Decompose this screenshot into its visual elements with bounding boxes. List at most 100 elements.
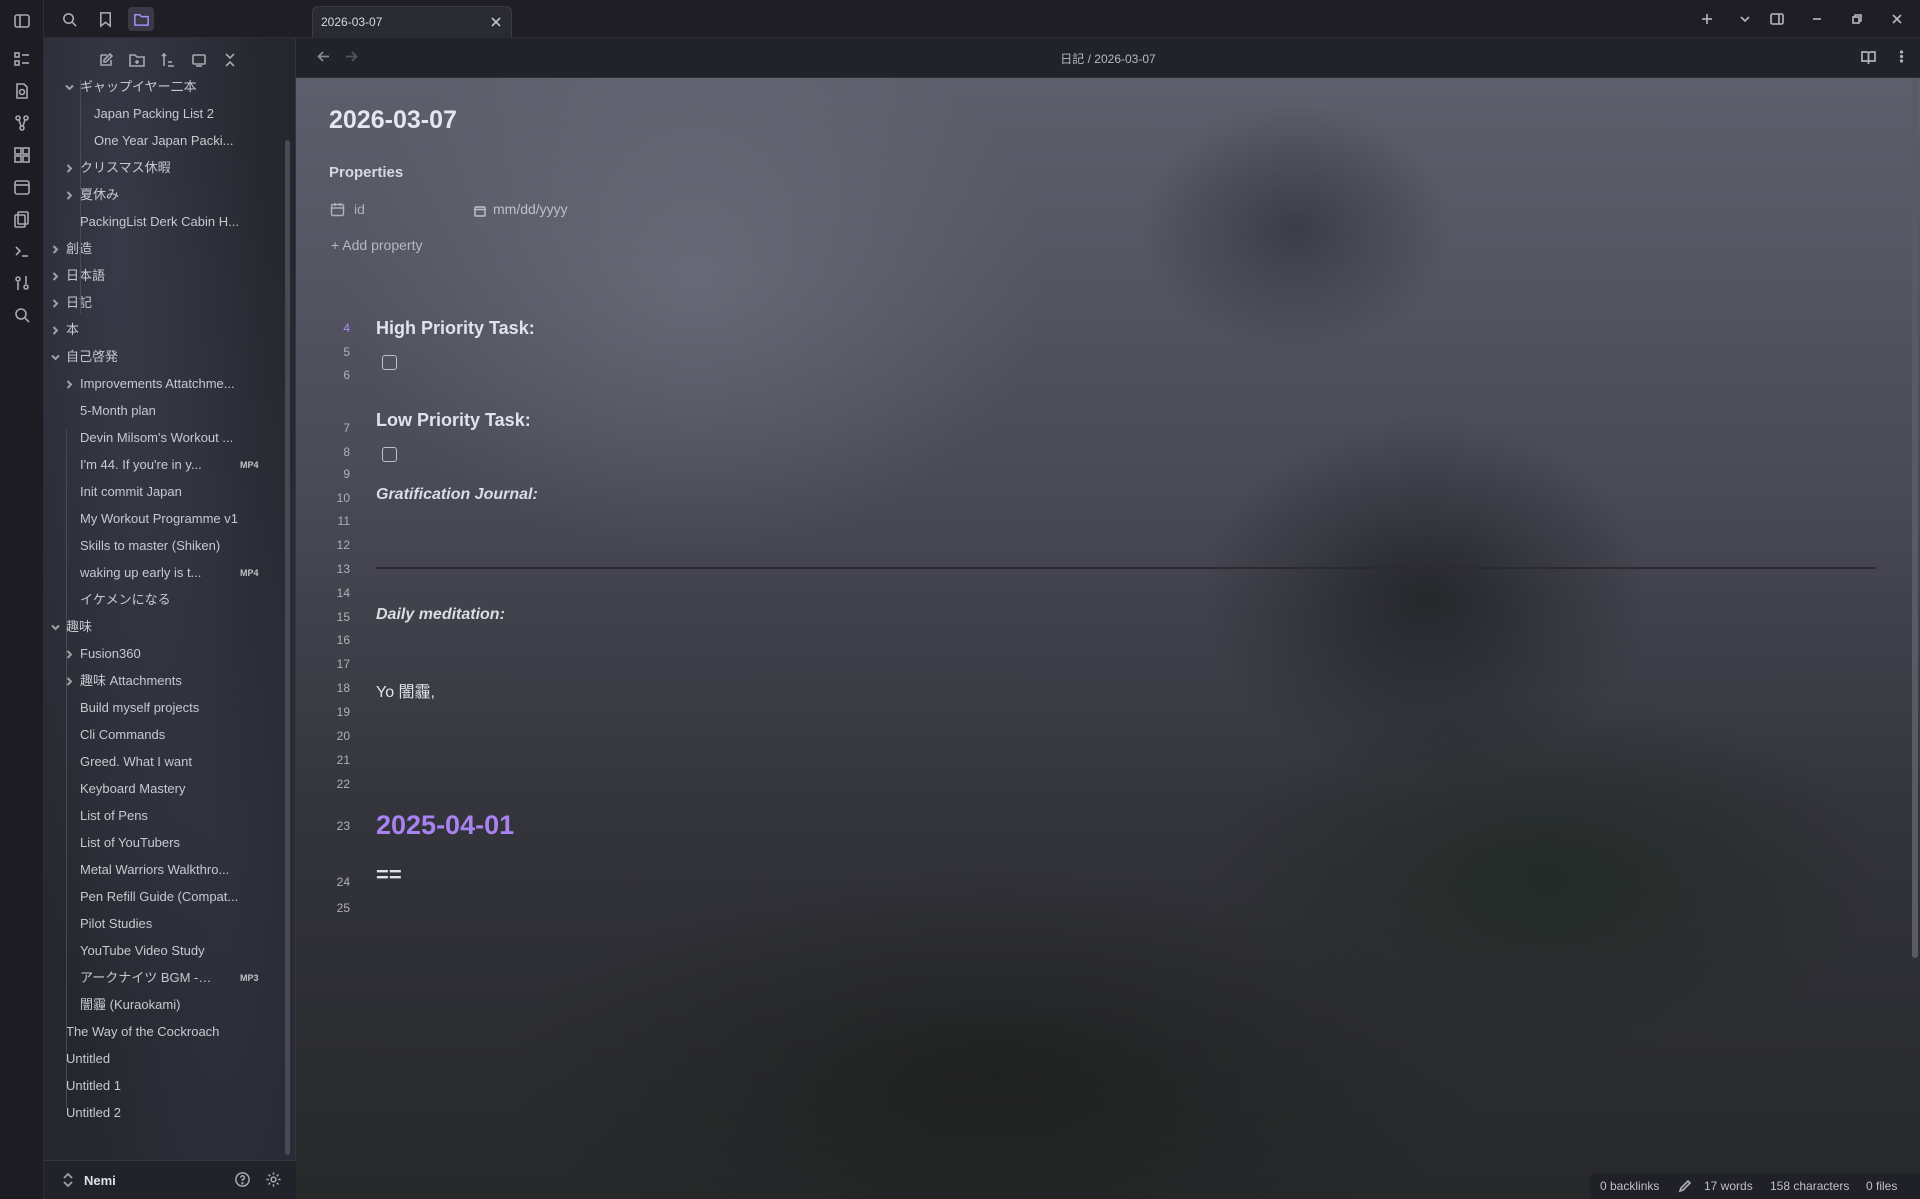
high-priority-checkbox[interactable] — [382, 355, 397, 370]
right-sidebar-toggle-icon[interactable] — [1770, 12, 1786, 28]
file-item[interactable]: Untitled 2 — [66, 1102, 280, 1124]
calendar-icon[interactable] — [10, 175, 34, 199]
file-item[interactable]: The Way of the Cockroach — [66, 1021, 280, 1043]
canvas-icon[interactable] — [10, 143, 34, 167]
high-priority-heading[interactable]: High Priority Task: — [376, 318, 535, 339]
highlight-marker-text[interactable]: == — [376, 862, 402, 888]
outline-icon[interactable] — [10, 47, 34, 71]
low-priority-heading[interactable]: Low Priority Task: — [376, 410, 531, 431]
file-item[interactable]: Cli Commands — [80, 724, 280, 746]
close-icon[interactable] — [489, 15, 503, 29]
property-date-value[interactable]: mm/dd/yyyy — [493, 201, 568, 217]
more-options-icon[interactable] — [1894, 49, 1910, 65]
folder-item[interactable]: 夏休み — [66, 184, 280, 206]
sort-icon[interactable] — [157, 49, 179, 71]
folder-item[interactable]: 自己啓発 — [51, 346, 280, 368]
note-title[interactable]: 2026-03-07 — [329, 106, 457, 135]
properties-heading[interactable]: Properties — [329, 164, 403, 181]
file-item[interactable]: Pilot Studies — [80, 913, 280, 935]
tab-active-note[interactable]: 2026-03-07 — [312, 6, 512, 38]
new-tab-icon[interactable] — [1700, 12, 1716, 28]
folder-item[interactable]: 日本語 — [52, 265, 280, 287]
property-key[interactable]: id — [354, 201, 365, 217]
folder-item[interactable]: Improvements Attatchme... — [66, 373, 280, 395]
add-property-button[interactable]: + Add property — [331, 237, 422, 253]
chevron-right-icon[interactable] — [64, 157, 76, 179]
chevron-down-icon[interactable] — [50, 346, 62, 368]
new-note-icon[interactable] — [95, 49, 117, 71]
file-item[interactable]: Pen Refill Guide (Compat... — [80, 886, 280, 908]
file-item[interactable]: I'm 44. If you're in y... MP4 — [80, 454, 280, 476]
file-item[interactable]: Untitled 1 — [66, 1075, 280, 1097]
folder-item[interactable]: 創造 — [52, 238, 280, 260]
file-item[interactable]: Skills to master (Shiken) — [80, 535, 280, 557]
folder-item[interactable]: クリスマス休暇 — [66, 157, 280, 179]
auto-reveal-icon[interactable] — [188, 49, 210, 71]
chevron-down-icon[interactable] — [64, 80, 76, 98]
backlinks-count[interactable]: 0 backlinks — [1600, 1179, 1659, 1193]
date-heading[interactable]: 2025-04-01 — [376, 810, 514, 841]
greeting-text[interactable]: Yo 闇霾, — [376, 678, 435, 702]
sidebar-scrollbar[interactable] — [285, 140, 290, 1155]
note-editor[interactable]: 2026-03-07 Properties id mm/dd/yyyy + Ad… — [296, 78, 1920, 1199]
new-folder-icon[interactable] — [126, 49, 148, 71]
file-item[interactable]: 闇霾 (Kuraokami) — [80, 994, 280, 1016]
chevron-right-icon[interactable] — [64, 373, 76, 395]
chevron-right-icon[interactable] — [50, 319, 62, 341]
file-item[interactable]: Keyboard Mastery — [80, 778, 280, 800]
pencil-icon[interactable] — [1678, 1179, 1692, 1193]
close-window-icon[interactable] — [1890, 12, 1906, 28]
folder-item[interactable]: 本 — [52, 319, 280, 341]
file-item[interactable]: イケメンになる — [80, 589, 280, 611]
chevron-down-icon[interactable] — [1738, 12, 1754, 28]
sidebar-toggle-icon[interactable] — [10, 9, 34, 33]
date-picker-icon[interactable] — [474, 204, 486, 217]
breadcrumb[interactable]: 日記 / 2026-03-07 — [296, 50, 1920, 67]
file-item[interactable]: Untitled — [66, 1048, 280, 1070]
chevron-right-icon[interactable] — [50, 265, 62, 287]
file-search-icon[interactable] — [10, 79, 34, 103]
bookmark-icon[interactable] — [92, 7, 118, 31]
folder-item[interactable]: ギャップイヤー二本 — [65, 80, 280, 98]
search-icon[interactable] — [10, 303, 34, 327]
minimize-icon[interactable] — [1810, 12, 1826, 28]
restore-icon[interactable] — [1850, 12, 1866, 28]
file-item[interactable]: Metal Warriors Walkthro... — [80, 859, 280, 881]
file-item[interactable]: List of YouTubers — [80, 832, 280, 854]
terminal-icon[interactable] — [10, 239, 34, 263]
folder-icon[interactable] — [128, 7, 154, 31]
help-icon[interactable] — [234, 1171, 252, 1189]
vault-name[interactable]: Nemi — [84, 1173, 116, 1188]
graph-icon[interactable] — [10, 111, 34, 135]
file-item[interactable]: List of Pens — [80, 805, 280, 827]
file-item[interactable]: 5-Month plan — [80, 400, 280, 422]
file-item[interactable]: One Year Japan Packi... — [94, 130, 280, 152]
pages-icon[interactable] — [10, 207, 34, 231]
command-icon[interactable] — [10, 271, 34, 295]
editor-scrollbar[interactable] — [1912, 78, 1918, 958]
chevron-updown-icon[interactable] — [62, 1172, 74, 1191]
gratification-journal-heading[interactable]: Gratification Journal: — [376, 486, 538, 504]
file-item[interactable]: My Workout Programme v1 — [80, 508, 280, 530]
file-item[interactable]: Japan Packing List 2 — [94, 103, 280, 125]
search-icon[interactable] — [56, 7, 82, 31]
low-priority-checkbox[interactable] — [382, 447, 397, 462]
folder-item[interactable]: 趣味 Attachments — [66, 670, 280, 692]
chevron-right-icon[interactable] — [64, 184, 76, 206]
gear-icon[interactable] — [265, 1171, 283, 1189]
file-item[interactable]: Devin Milsom's Workout ... — [80, 427, 280, 449]
file-item[interactable]: Build myself projects — [80, 697, 280, 719]
folder-item[interactable]: Fusion360 — [66, 643, 280, 665]
chevron-right-icon[interactable] — [50, 238, 62, 260]
file-item[interactable]: waking up early is t... MP4 — [80, 562, 280, 584]
daily-meditation-heading[interactable]: Daily meditation: — [376, 606, 505, 624]
file-item[interactable]: アークナイツ BGM - ... MP3 — [80, 967, 280, 989]
file-item[interactable]: Init commit Japan — [80, 481, 280, 503]
file-item[interactable]: PackingList Derk Cabin H... — [80, 211, 280, 233]
reading-view-icon[interactable] — [1861, 49, 1877, 66]
collapse-all-icon[interactable] — [219, 49, 241, 71]
chevron-right-icon[interactable] — [50, 292, 62, 314]
folder-item[interactable]: 日記 — [52, 292, 280, 314]
folder-item[interactable]: 趣味 — [51, 616, 280, 638]
file-item[interactable]: Greed. What I want — [80, 751, 280, 773]
